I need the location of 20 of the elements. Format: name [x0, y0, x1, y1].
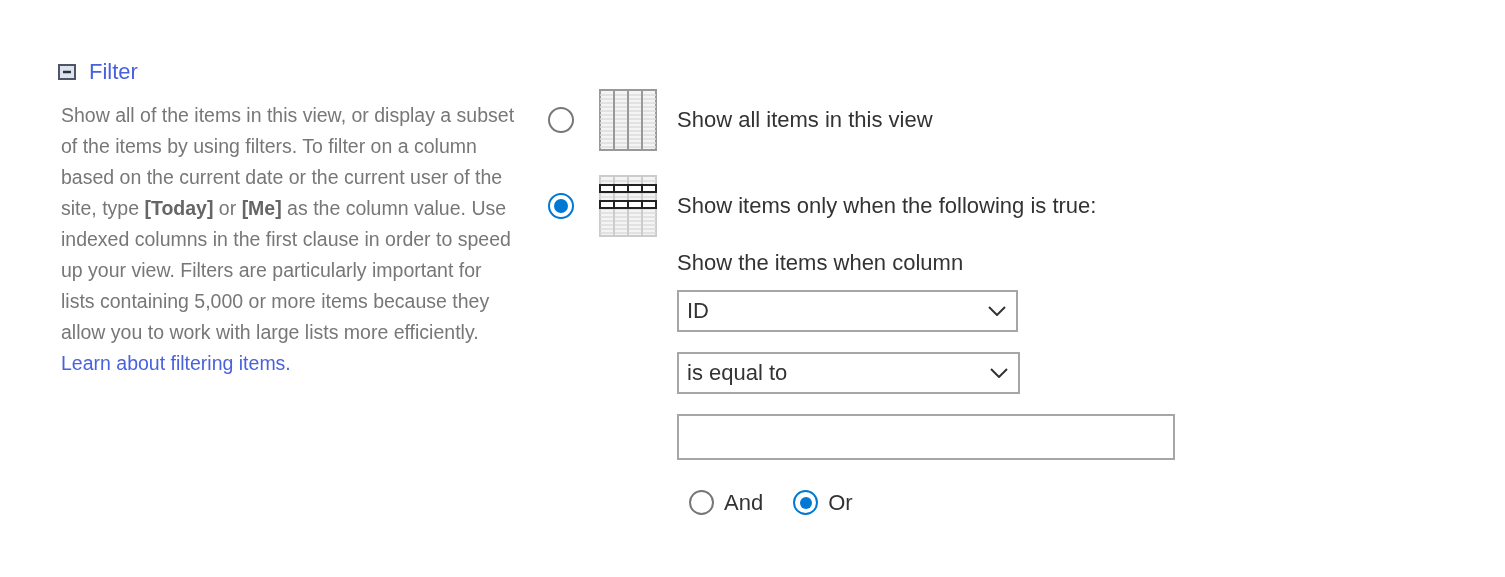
field-label: Show the items when column: [677, 249, 964, 276]
radio-label: And: [724, 489, 764, 516]
radio-button[interactable]: [548, 106, 574, 133]
operator-dropdown[interactable]: is equal to: [677, 351, 1020, 394]
description: Show all of the items in this view, or display a subset of the items by using filters. To filter on a column based on the current date or the current user of the site, type [Today] or [Me] as the column value. Use indexed columns in the first clause in order to speed up your view. Filters are particularly important for lists containing 5,000 or more items because they allow you to work with large lists more efficiently. Learn about filtering items.: [61, 102, 516, 376]
option-label: Show all items in this view: [677, 106, 933, 133]
chevron-down-icon: [988, 305, 1006, 316]
value-field[interactable]: [677, 413, 1175, 460]
learn-link[interactable]: Learn about filtering items.: [61, 351, 291, 374]
radio-button[interactable]: [689, 490, 714, 515]
table-icon: [599, 88, 657, 151]
radio-button[interactable]: [793, 490, 819, 515]
column-dropdown[interactable]: ID: [677, 289, 1018, 332]
section-title[interactable]: Filter: [89, 59, 138, 86]
chevron-down-icon: [990, 367, 1008, 378]
option-label: Show items only when the following is true:: [677, 192, 1097, 219]
table-icon: [599, 174, 657, 237]
radio-label: Or: [828, 489, 853, 516]
collapse-icon[interactable]: [58, 64, 76, 81]
radio-button[interactable]: [548, 192, 574, 219]
